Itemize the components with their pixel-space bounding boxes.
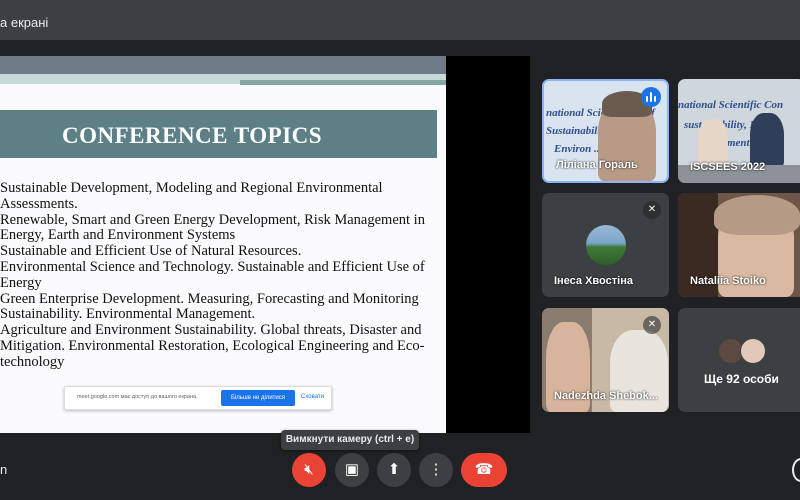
participant-name: Інеса Хвостіна (554, 275, 633, 287)
participant-name: ISCSEES 2022 (690, 161, 766, 173)
screen-share-notice: meet.google.com має доступ до вашого екр… (64, 386, 332, 410)
mic-off-icon: 🔇︎ (304, 461, 314, 478)
topic-item: Renewable, Smart and Green Energy Develo… (0, 211, 425, 244)
more-vert-icon: ⋮ (428, 461, 444, 478)
hangup-icon: ☎ (474, 461, 494, 478)
shared-slide: CONFERENCE TOPICS Sustainable Developmen… (0, 56, 446, 433)
avatar (586, 225, 626, 265)
info-icon[interactable] (792, 458, 800, 482)
slide-title: CONFERENCE TOPICS (62, 123, 323, 148)
more-options-button[interactable]: ⋮ (419, 453, 453, 487)
participant-name: Nadezhda Shebok... (554, 390, 658, 402)
avatar (740, 338, 766, 364)
more-participants-label: Ще 92 особи (704, 372, 779, 386)
mic-toggle-button[interactable]: 🔇︎ (292, 453, 326, 487)
participant-tile[interactable]: ✕ Інеса Хвостіна (542, 193, 669, 297)
participant-video (698, 119, 728, 167)
participant-name: Nataliia Stoiko (690, 275, 766, 287)
more-participants-tile[interactable]: Ще 92 особи (678, 308, 800, 412)
tile-background-text: national Scientific Con (678, 99, 784, 111)
presenting-label: а екрані (0, 15, 49, 30)
participant-video (750, 113, 784, 167)
camera-tooltip: Вимкнути камеру (ctrl + e) (281, 430, 419, 450)
topic-item: Green Enterprise Development. Measuring,… (0, 290, 419, 323)
participant-tile[interactable]: Nataliia Stoiko (678, 193, 800, 297)
participant-tile[interactable]: national Scientific Con sustainability, … (678, 79, 800, 183)
participant-hair (714, 195, 800, 235)
participant-tile[interactable]: ✕ Nadezhda Shebok... (542, 308, 669, 412)
stop-sharing-button[interactable]: Більше не ділитися (221, 390, 295, 406)
hide-notice-button[interactable]: Сховати (301, 394, 324, 400)
participant-tile[interactable]: national Scientific Conf Sustainability … (542, 79, 669, 183)
presentation-header: а екрані (0, 0, 800, 40)
topics-list: Sustainable Development, Modeling and Re… (0, 180, 440, 371)
leave-call-button[interactable]: ☎ (461, 453, 507, 487)
camera-toggle-button[interactable]: ▣ (335, 453, 369, 487)
mic-off-icon: ✕ (643, 201, 661, 219)
slide-stripe (240, 80, 446, 85)
topic-item: Sustainable Development, Modeling and Re… (0, 180, 383, 212)
present-screen-icon: ⬆ (387, 461, 401, 478)
slide-stripe (0, 56, 446, 74)
share-message: meet.google.com має доступ до вашого екр… (77, 394, 198, 400)
topic-item: Agriculture and Environment Sustainabili… (0, 322, 425, 370)
topic-item: Environmental Science and Technology. Su… (0, 258, 425, 291)
tile-background-text: Environ ... (554, 143, 603, 155)
present-button[interactable]: ⬆ (377, 453, 411, 487)
presentation-area: CONFERENCE TOPICS Sustainable Developmen… (0, 56, 530, 433)
participant-name: Ліліана Гораль (556, 159, 638, 171)
mic-off-icon: ✕ (643, 316, 661, 334)
meeting-info-text: n (0, 462, 8, 477)
topic-item: Sustainable and Efficient Use of Natural… (0, 243, 302, 260)
speaking-indicator-icon (641, 87, 661, 107)
camera-icon: ▣ (344, 461, 360, 478)
